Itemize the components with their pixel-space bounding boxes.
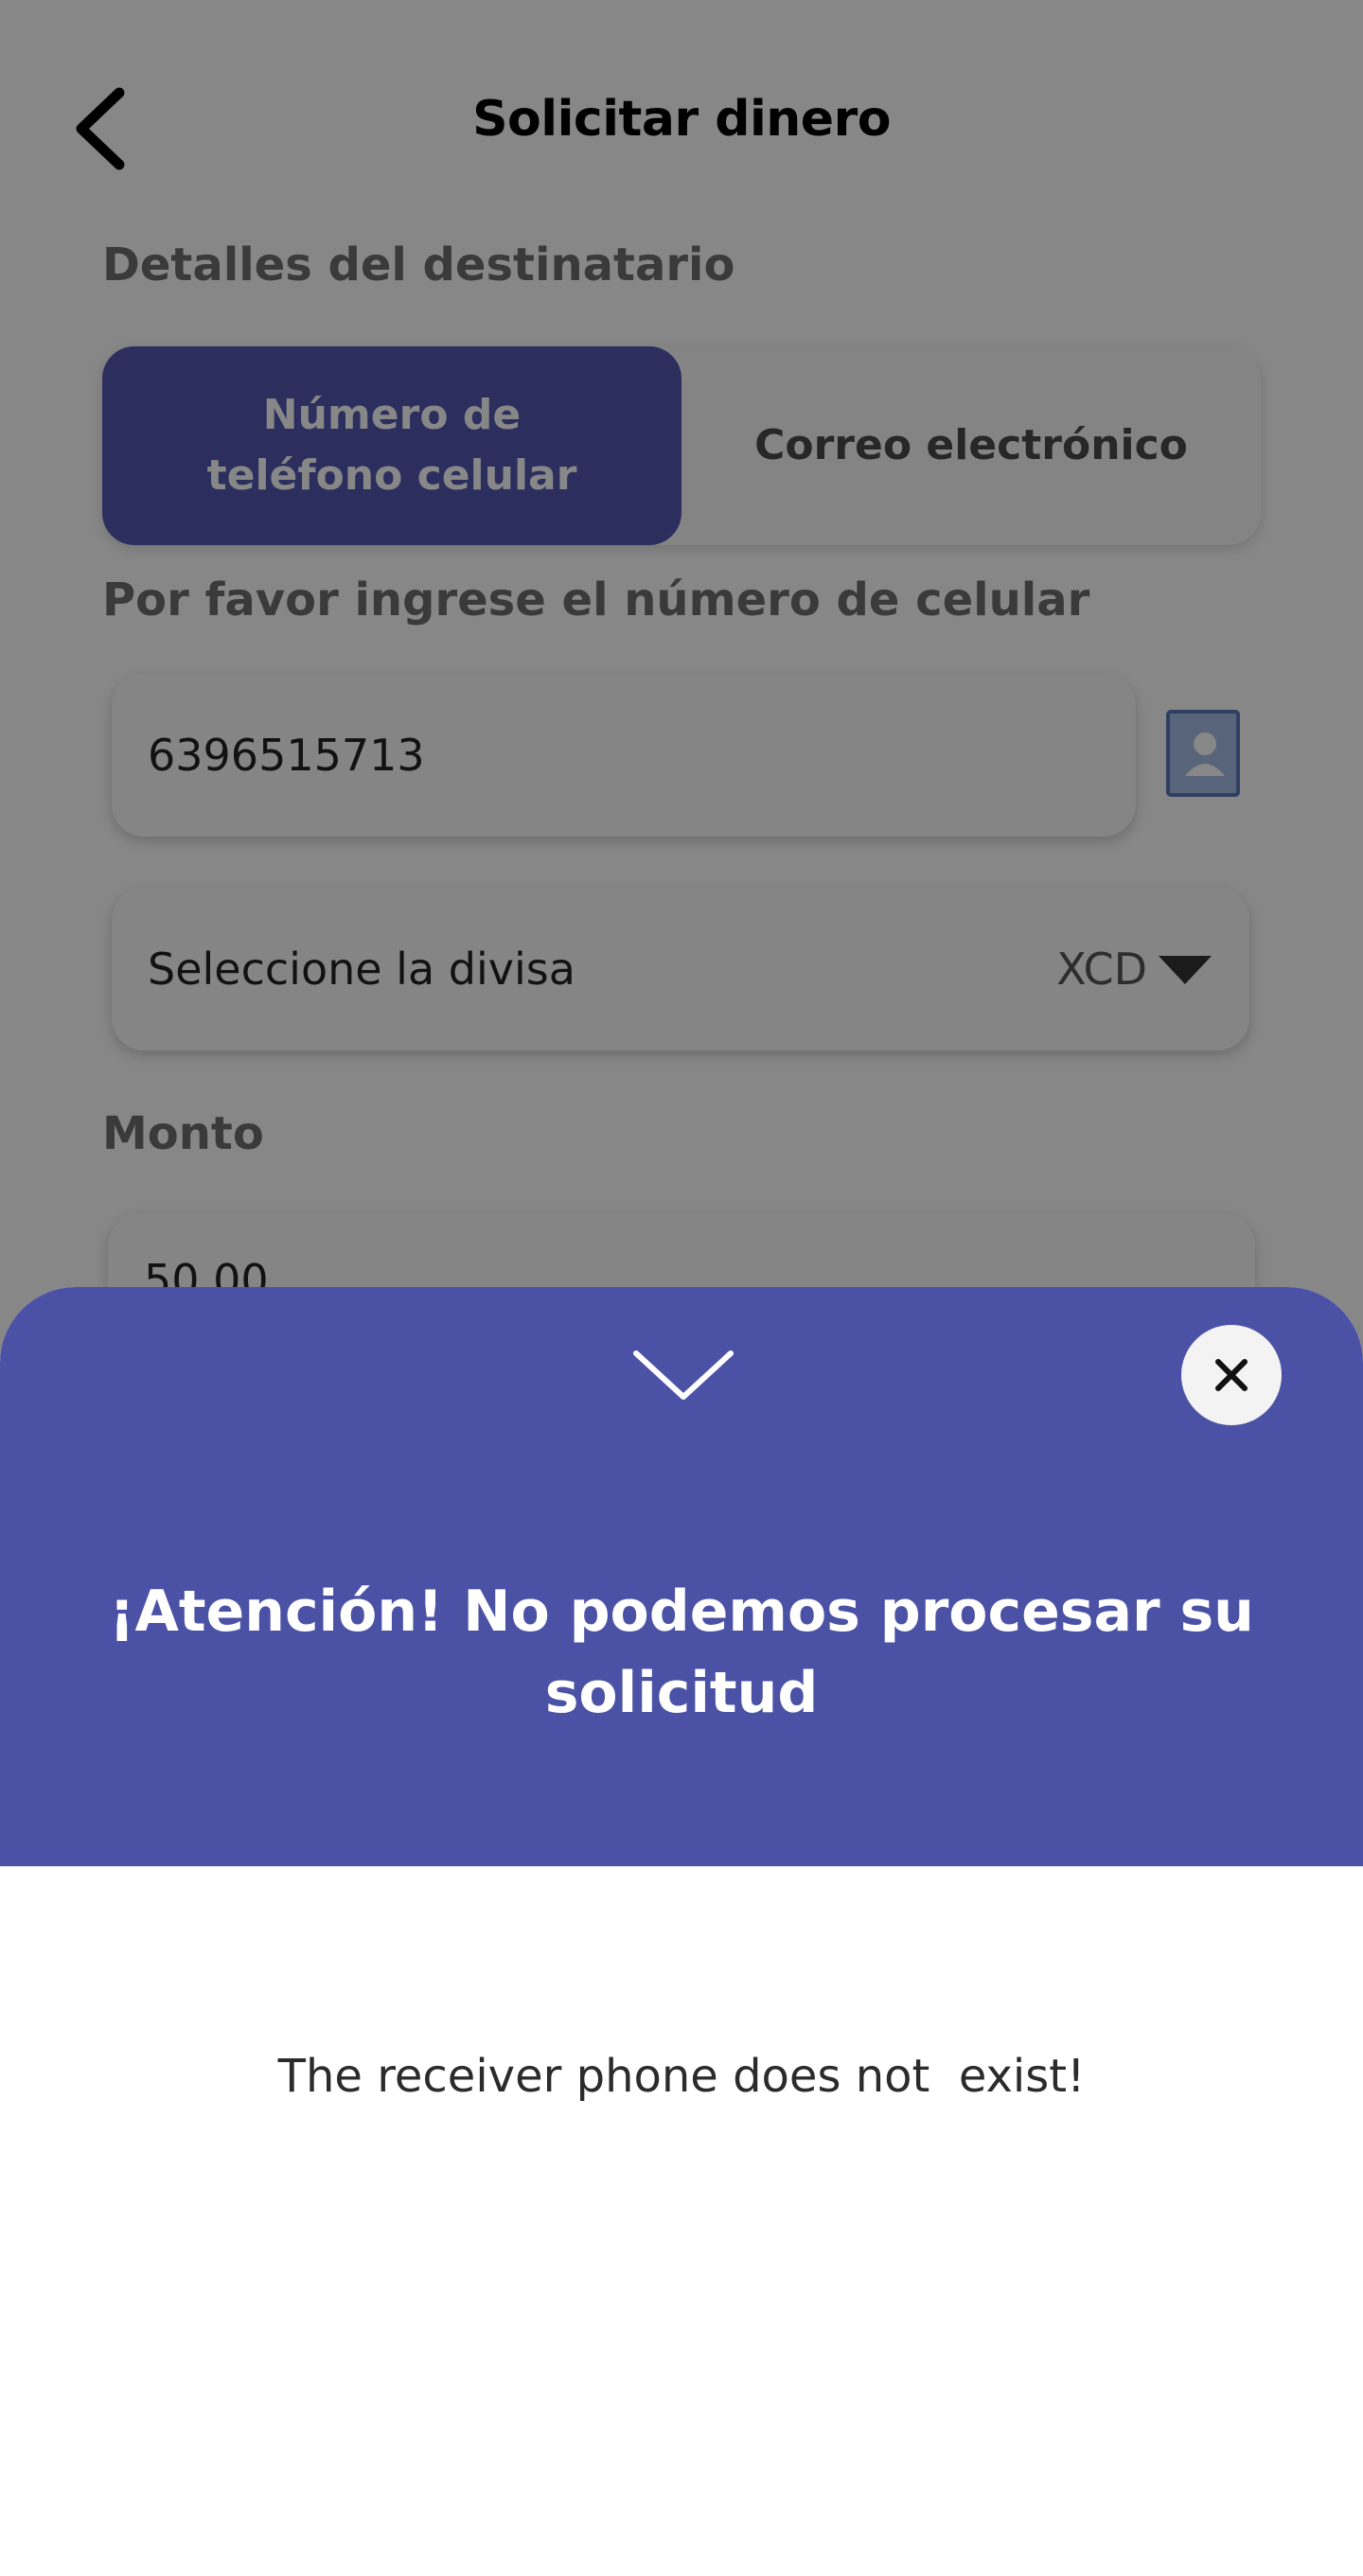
close-icon bbox=[1215, 1359, 1248, 1391]
error-title: ¡Atención! No podemos procesar su solici… bbox=[109, 1579, 1254, 1726]
close-button[interactable] bbox=[1181, 1325, 1282, 1425]
chevron-down-icon[interactable] bbox=[630, 1346, 736, 1404]
error-message: The receiver phone does not exist! bbox=[277, 2050, 1086, 2103]
error-sheet-header: ¡Atención! No podemos procesar su solici… bbox=[0, 1287, 1363, 1866]
error-bottom-sheet: ¡Atención! No podemos procesar su solici… bbox=[0, 1287, 1363, 2576]
